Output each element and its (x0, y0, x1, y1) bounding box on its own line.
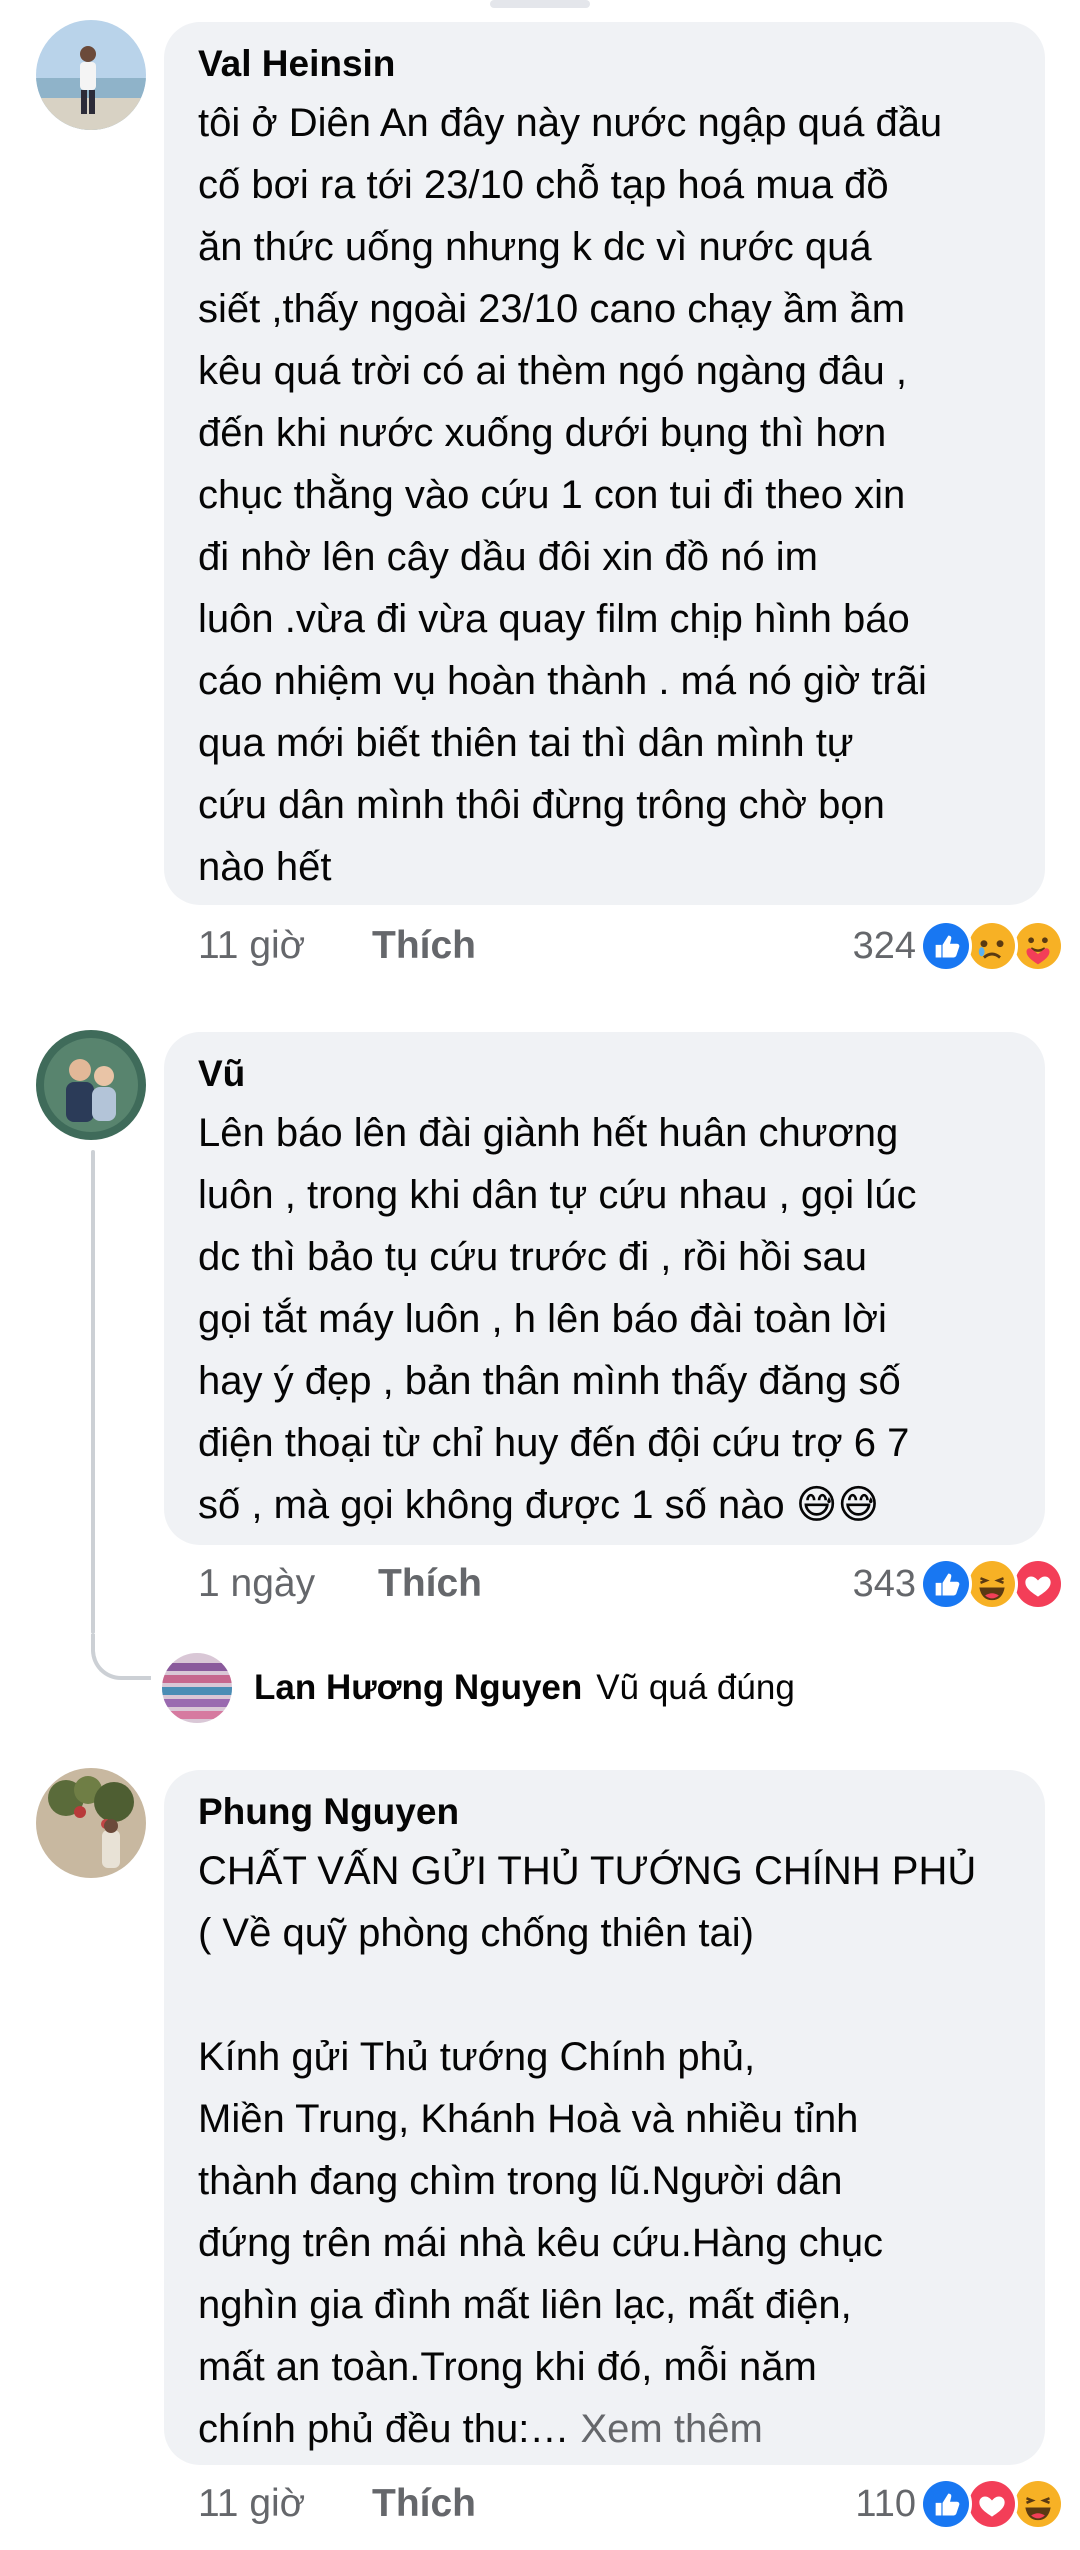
comment-bubble[interactable]: Phung Nguyen CHẤT VẤN GỬI THỦ TƯỚNG CHÍN… (164, 1770, 1045, 2465)
reply-text: Vũ quá đúng (596, 1668, 795, 1707)
reply-author[interactable]: Lan Hương Nguyen (254, 1668, 582, 1708)
love-icon (966, 2478, 1018, 2530)
like-icon (920, 1558, 972, 1610)
reaction-summary[interactable]: 343 (853, 1556, 1064, 1612)
avatar-photo (36, 20, 146, 130)
comment-time[interactable]: 11 giờ (198, 2482, 372, 2526)
comment-author[interactable]: Vũ (198, 1046, 1015, 1102)
reaction-summary[interactable]: 324 (853, 918, 1064, 974)
reaction-count: 110 (855, 2482, 916, 2525)
comment-bubble[interactable]: Vũ Lên báo lên đài giành hết huân chương… (164, 1032, 1045, 1545)
reaction-count: 324 (852, 924, 916, 967)
see-more-link[interactable]: Xem thêm (569, 2407, 763, 2451)
comment-author[interactable]: Phung Nguyen (198, 1784, 1015, 1840)
comment-text: Lên báo lên đài giành hết huân chương lu… (198, 1111, 917, 1527)
haha-icon (966, 1558, 1018, 1610)
avatar-photo (36, 1768, 146, 1878)
top-scroll-handle (490, 0, 590, 8)
comment-author[interactable]: Val Heinsin (198, 36, 1015, 92)
like-button[interactable]: Thích (372, 2482, 476, 2526)
avatar-photo (36, 1030, 146, 1140)
like-icon (920, 920, 972, 972)
comment-text: CHẤT VẤN GỬI THỦ TƯỚNG CHÍNH PHỦ ( Về qu… (198, 1840, 1015, 2460)
avatar-val-heinsin[interactable] (36, 20, 146, 130)
comment-text-content: CHẤT VẤN GỬI THỦ TƯỚNG CHÍNH PHỦ ( Về qu… (198, 1849, 977, 2451)
like-icon (920, 2478, 972, 2530)
thread-connector (91, 1634, 151, 1680)
reaction-summary[interactable]: 110 (855, 2476, 1064, 2532)
avatar-lan-huong-nguyen[interactable] (162, 1653, 232, 1723)
reaction-count: 343 (852, 1562, 916, 1605)
comment-meta: 11 giờ Thích (198, 2476, 476, 2532)
avatar-photo (162, 1653, 232, 1723)
like-button[interactable]: Thích (372, 924, 476, 968)
sad-icon (966, 920, 1018, 972)
thread-line (91, 1150, 95, 1634)
comment-meta: 1 ngày Thích (198, 1556, 482, 1612)
care-icon (1012, 920, 1064, 972)
comment-time[interactable]: 11 giờ (198, 924, 372, 968)
avatar-vu[interactable] (36, 1030, 146, 1140)
comment-time[interactable]: 1 ngày (198, 1562, 378, 1606)
like-button[interactable]: Thích (378, 1562, 482, 1606)
comment-bubble[interactable]: Val Heinsin tôi ở Diên An đây này nước n… (164, 22, 1045, 905)
haha-icon (1012, 2478, 1064, 2530)
comment-meta: 11 giờ Thích (198, 918, 476, 974)
reply-row[interactable]: Lan Hương Nguyen Vũ quá đúng (162, 1653, 795, 1723)
avatar-phung-nguyen[interactable] (36, 1768, 146, 1878)
love-icon (1012, 1558, 1064, 1610)
comment-text: tôi ở Diên An đây này nước ngập quá đầu … (198, 101, 943, 889)
